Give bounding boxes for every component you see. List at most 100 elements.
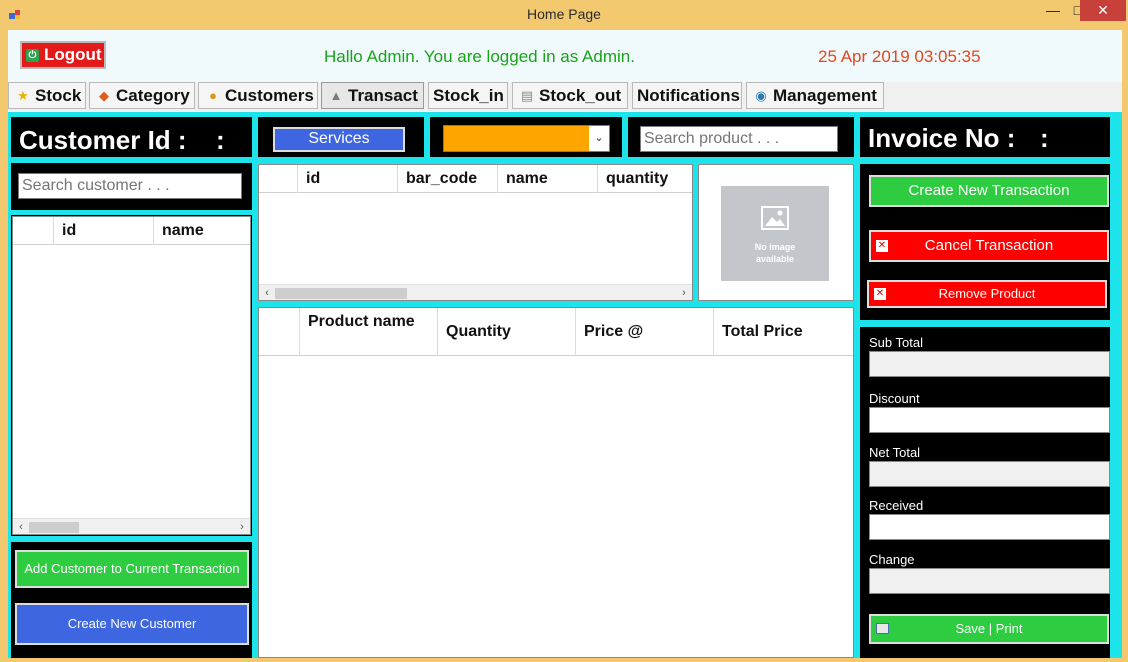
column-header-quantity[interactable]: quantity <box>597 165 692 193</box>
customer-grid-hscrollbar[interactable]: ‹ › <box>13 518 250 534</box>
column-header-quantity[interactable]: Quantity <box>437 308 575 356</box>
cart-grid-header: Product name Quantity Price @ Total Pric… <box>259 308 853 356</box>
tab-stock-in[interactable]: Stock_in <box>428 82 508 109</box>
tab-label: Transact <box>348 86 418 105</box>
window-title: Home Page <box>527 6 601 22</box>
scroll-left-icon[interactable]: ‹ <box>259 285 275 300</box>
remove-product-label: Remove Product <box>938 286 1036 301</box>
tab-notifications[interactable]: Notifications <box>632 82 742 109</box>
received-label: Received <box>869 498 924 513</box>
discount-field[interactable] <box>869 407 1110 433</box>
scroll-left-icon[interactable]: ‹ <box>13 519 29 534</box>
scroll-right-icon[interactable]: › <box>676 285 692 300</box>
product-image-panel: No image available <box>698 164 854 301</box>
tab-category[interactable]: ◆ Category <box>89 82 195 109</box>
invoice-no-value: : <box>1040 123 1049 153</box>
cart-grid[interactable]: Product name Quantity Price @ Total Pric… <box>258 307 854 658</box>
column-header-id[interactable]: id <box>53 217 153 245</box>
close-icon: ✕ <box>876 240 888 252</box>
column-header-id[interactable]: id <box>297 165 397 193</box>
cancel-transaction-button[interactable]: ✕ Cancel Transaction <box>869 230 1109 262</box>
tab-label: Category <box>116 86 190 105</box>
column-header-name[interactable]: name <box>497 165 597 193</box>
transaction-actions-panel: Create New Transaction ✕ Cancel Transact… <box>860 164 1110 320</box>
tab-label: Stock <box>35 86 82 105</box>
welcome-message: Hallo Admin. You are logged in as Admin. <box>324 47 635 66</box>
transact-icon: ▲ <box>329 88 343 103</box>
no-image-placeholder: No image available <box>721 186 829 281</box>
product-grid-header: id bar_code name quantity <box>259 165 692 193</box>
scroll-thumb[interactable] <box>29 522 79 533</box>
stock-out-icon: ▤ <box>520 88 534 103</box>
product-grid-hscrollbar[interactable]: ‹ › <box>259 284 692 300</box>
product-search-panel <box>628 117 854 157</box>
logout-button[interactable]: ⏻ Logout <box>20 41 106 69</box>
no-image-line-2: available <box>755 254 795 264</box>
invoice-no-label: Invoice No : <box>868 123 1016 153</box>
column-header-price[interactable]: Price @ <box>575 308 713 356</box>
category-icon: ◆ <box>99 88 109 103</box>
close-icon: ✕ <box>874 288 886 300</box>
no-image-line-1: No image <box>754 242 796 252</box>
chevron-down-icon[interactable]: ⌄ <box>589 126 609 151</box>
received-field[interactable] <box>869 514 1110 540</box>
services-button[interactable]: Services <box>273 127 405 152</box>
column-header-name[interactable]: name <box>153 217 250 245</box>
services-panel: Services <box>258 117 424 157</box>
discount-label: Discount <box>869 391 920 406</box>
save-print-button[interactable]: Save | Print <box>869 614 1109 644</box>
sub-total-field[interactable] <box>869 351 1110 377</box>
customer-id-value: : <box>216 125 225 155</box>
transaction-content: Customer Id : : id name ‹ › Add Customer… <box>8 112 1122 658</box>
cancel-transaction-label: Cancel Transaction <box>924 237 1054 254</box>
remove-product-button[interactable]: ✕ Remove Product <box>867 280 1107 308</box>
tab-label: Management <box>773 86 877 105</box>
customers-icon: ● <box>209 88 217 103</box>
scroll-thumb[interactable] <box>275 288 407 299</box>
tab-label: Customers <box>225 86 314 105</box>
tab-customers[interactable]: ● Customers <box>198 82 318 109</box>
sub-total-label: Sub Total <box>869 335 923 350</box>
tab-stock-out[interactable]: ▤ Stock_out <box>512 82 628 109</box>
totals-panel: Sub Total Discount Net Total Received Ch… <box>860 327 1110 658</box>
customer-id-label: Customer Id : <box>19 125 187 155</box>
customer-actions-panel: Add Customer to Current Transaction Crea… <box>11 542 252 658</box>
net-total-label: Net Total <box>869 445 921 460</box>
invoice-no-header: Invoice No : : <box>860 117 1110 157</box>
current-datetime: 25 Apr 2019 03:05:35 <box>818 47 981 66</box>
scroll-right-icon[interactable]: › <box>234 519 250 534</box>
change-label: Change <box>869 552 915 567</box>
tab-label: Notifications <box>637 86 740 105</box>
column-header-product-name[interactable]: Product name <box>299 308 437 356</box>
header-strip: ⏻ Logout Hallo Admin. You are logged in … <box>8 30 1122 82</box>
customer-grid-header: id name <box>13 217 250 245</box>
customer-search-panel <box>11 163 252 210</box>
tab-label: Stock_in <box>433 86 504 105</box>
product-grid[interactable]: id bar_code name quantity ‹ › <box>258 164 693 301</box>
column-header-bar-code[interactable]: bar_code <box>397 165 497 193</box>
power-icon: ⏻ <box>26 49 39 62</box>
category-dropdown[interactable]: ⌄ <box>443 125 610 152</box>
customer-search-input[interactable] <box>18 173 242 199</box>
home-page-window: Home Page — □ ✕ ⏻ Logout Hallo Admin. Yo… <box>0 0 1128 662</box>
customer-grid[interactable]: id name ‹ › <box>12 216 251 535</box>
image-icon <box>761 206 789 230</box>
category-filter-panel: ⌄ <box>430 117 622 157</box>
net-total-field[interactable] <box>869 461 1110 487</box>
title-bar: Home Page — □ ✕ <box>0 0 1128 30</box>
tab-stock[interactable]: ★ Stock <box>8 82 86 109</box>
create-new-customer-button[interactable]: Create New Customer <box>15 603 249 645</box>
star-icon: ★ <box>17 88 29 103</box>
product-search-input[interactable] <box>640 126 838 152</box>
save-print-label: Save | Print <box>955 621 1023 636</box>
management-icon: ◉ <box>755 88 767 103</box>
main-nav: ★ Stock ◆ Category ● Customers ▲ Transac… <box>8 82 1122 112</box>
tab-label: Stock_out <box>539 86 622 105</box>
column-header-total-price[interactable]: Total Price <box>713 308 853 356</box>
create-new-transaction-button[interactable]: Create New Transaction <box>869 175 1109 207</box>
close-button[interactable]: ✕ <box>1080 0 1126 21</box>
tab-transact[interactable]: ▲ Transact <box>321 82 424 109</box>
change-field[interactable] <box>869 568 1110 594</box>
add-customer-to-transaction-button[interactable]: Add Customer to Current Transaction <box>15 550 249 588</box>
tab-management[interactable]: ◉ Management <box>746 82 884 109</box>
